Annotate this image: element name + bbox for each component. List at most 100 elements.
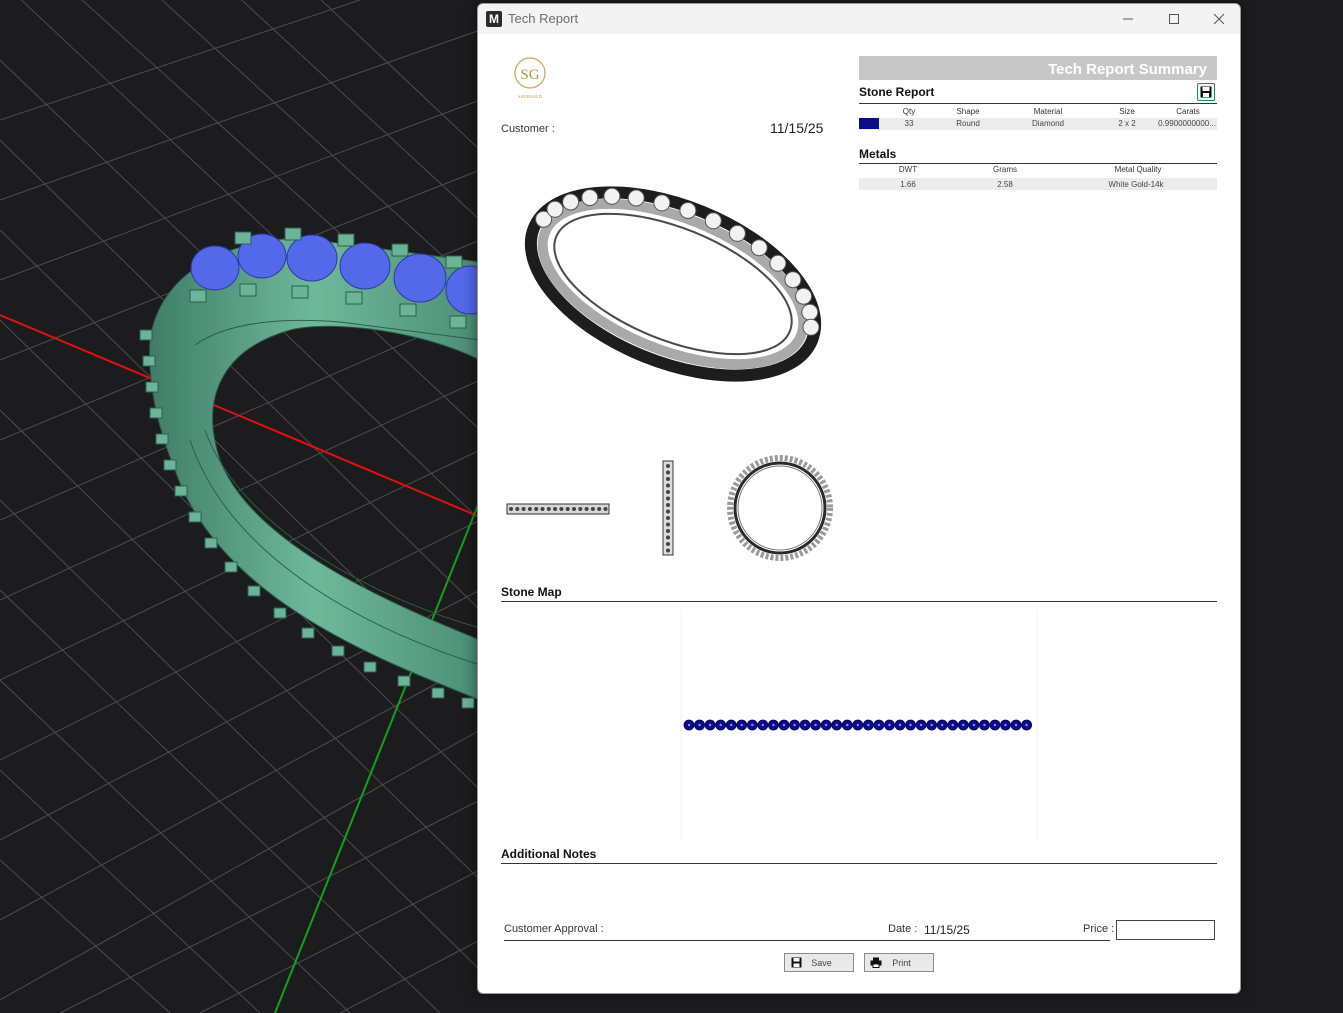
- floppy-disk-icon: [788, 954, 804, 971]
- close-button[interactable]: [1196, 4, 1240, 34]
- stone-map-stone-highlight: [983, 723, 986, 727]
- stone-map-stone-highlight: [909, 723, 912, 727]
- ring-front-stone: [666, 535, 670, 540]
- ring-side-stone: [521, 507, 526, 511]
- company-logo: SG SAYEGOLD: [514, 57, 546, 99]
- ring-stone: [784, 271, 802, 289]
- ring-stone: [728, 224, 746, 242]
- stone-map-stone-highlight: [824, 723, 828, 727]
- title-bar[interactable]: M Tech Report: [478, 4, 1240, 34]
- ring-front-stone: [666, 529, 670, 533]
- print-button[interactable]: Print: [864, 953, 934, 972]
- ring-front-stone: [666, 483, 670, 488]
- ring-side-stone: [546, 507, 551, 511]
- stone-map-stones: [683, 719, 1032, 731]
- ring-side-stone: [578, 507, 583, 511]
- stone-map-stone-highlight: [835, 723, 838, 727]
- ring-front-stone: [666, 470, 670, 475]
- ring-front-stone: [666, 490, 670, 494]
- stone-map-stone-highlight: [972, 723, 976, 727]
- ring-side-stone: [584, 507, 589, 511]
- stone-material: Diamond: [1031, 119, 1064, 128]
- stone-map-stone-highlight: [814, 723, 817, 727]
- stone-qty: 33: [904, 119, 914, 128]
- footer-date-value: 11/15/25: [924, 923, 970, 937]
- col-qty: Qty: [902, 107, 916, 116]
- save-button-label: Save: [811, 957, 832, 968]
- ring-side-stone: [590, 507, 595, 511]
- ring-stone: [801, 303, 819, 321]
- ring-stone: [653, 194, 671, 212]
- stone-color-swatch: [859, 118, 879, 129]
- stone-shape: Round: [956, 119, 980, 128]
- stone-map-stone-highlight: [698, 723, 701, 727]
- stone-map-stone-highlight: [962, 723, 965, 727]
- stone-map-stone-highlight: [740, 723, 743, 727]
- stone-map-canvas[interactable]: [501, 610, 1217, 840]
- stone-map-stone-highlight: [1004, 723, 1007, 727]
- ring-front-stone: [666, 522, 670, 527]
- notes-rule: [501, 863, 1217, 864]
- minimize-button[interactable]: [1105, 4, 1151, 34]
- report-content: SG SAYEGOLD Customer : 11/15/25 Tech Rep…: [478, 34, 1240, 993]
- ring-side-stone: [565, 507, 570, 511]
- ring-model[interactable]: [139, 227, 495, 709]
- ring-front-stone: [666, 464, 670, 468]
- maximize-icon: [1169, 14, 1179, 24]
- stone-map-stone-highlight: [888, 723, 891, 727]
- price-input[interactable]: [1116, 920, 1215, 940]
- ring-stone: [802, 318, 820, 336]
- col-dwt: DWT: [898, 165, 918, 174]
- tech-report-window: M Tech Report SG SAYEGOLD Customer : 11/…: [477, 3, 1241, 994]
- maximize-button[interactable]: [1151, 4, 1197, 34]
- stone-map-stone-highlight: [951, 723, 954, 727]
- ring-side-stone: [534, 507, 539, 511]
- stone-report-rule: [859, 103, 1217, 104]
- ring-stone: [769, 254, 787, 272]
- stone-map-stone-highlight: [1025, 723, 1028, 727]
- ring-stone: [562, 193, 580, 211]
- ring-side-stone: [603, 507, 608, 511]
- additional-notes-title: Additional Notes: [501, 847, 597, 861]
- stone-map-stone-highlight: [941, 723, 944, 727]
- ring-front-stone: [666, 503, 670, 507]
- ring-front-stone: [666, 542, 670, 546]
- stone-map-stone-highlight: [761, 723, 765, 727]
- ring-stone: [750, 239, 768, 257]
- col-shape: Shape: [956, 107, 980, 116]
- metals-rule: [859, 163, 1217, 164]
- svg-text:SG: SG: [520, 67, 539, 83]
- ring-top-view-image: [727, 455, 833, 561]
- ring-front-stone: [666, 516, 670, 520]
- ring-side-stone: [509, 507, 513, 511]
- stone-map-rule: [501, 601, 1217, 602]
- ring-stone: [546, 200, 564, 218]
- svg-text:SAYEGOLD: SAYEGOLD: [518, 94, 543, 99]
- stone-map-stone-highlight: [687, 723, 691, 727]
- stone-map-stone-highlight: [846, 723, 849, 727]
- ring-stone: [704, 212, 722, 230]
- metals-title: Metals: [859, 147, 897, 161]
- ring-stone: [627, 189, 645, 207]
- ring-front-stone: [666, 496, 670, 501]
- close-icon: [1213, 13, 1225, 25]
- stone-map-stone-highlight: [993, 723, 997, 727]
- floppy-disk-icon: [1200, 86, 1212, 98]
- stone-report-save-icon[interactable]: [1197, 83, 1215, 101]
- col-metal-quality: Metal Quality: [1114, 165, 1162, 174]
- approval-rule: [504, 940, 1110, 941]
- stone-report-title: Stone Report: [859, 85, 935, 99]
- window-title: Tech Report: [508, 11, 579, 26]
- ring-stone: [581, 189, 599, 207]
- ring-front-stone: [666, 548, 670, 553]
- stone-map-stone-highlight: [803, 723, 807, 727]
- col-carats: Carats: [1176, 107, 1200, 116]
- col-size: Size: [1119, 107, 1135, 116]
- stone-map-stone-highlight: [751, 723, 754, 727]
- summary-banner: Tech Report Summary: [859, 56, 1217, 80]
- report-date: 11/15/25: [770, 120, 824, 136]
- app-icon: M: [486, 11, 502, 27]
- ring-perspective-image: [524, 186, 822, 382]
- save-button[interactable]: Save: [784, 953, 854, 972]
- ring-stone: [679, 202, 697, 219]
